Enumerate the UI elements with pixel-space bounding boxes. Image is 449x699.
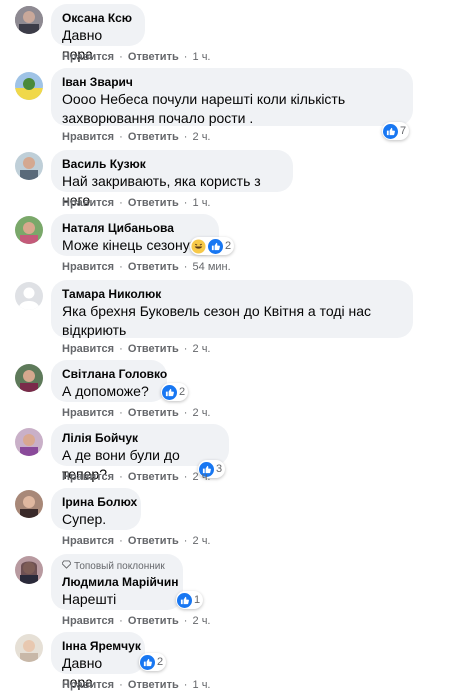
like-button[interactable]: Нравится: [62, 407, 114, 419]
reaction-count[interactable]: 2: [161, 383, 189, 401]
timestamp[interactable]: 2 ч.: [193, 615, 211, 627]
top-fan-badge[interactable]: Топовый поклонник: [61, 560, 172, 574]
comment-actions: Нравится · Ответить · 1 ч.: [62, 51, 211, 63]
reply-button[interactable]: Ответить: [128, 615, 179, 627]
comment-actions: Нравится · Ответить · 2 ч.: [62, 407, 211, 419]
comment-bubble: Топовый поклонник Людмила Марійчин Нареш…: [51, 554, 183, 610]
like-button[interactable]: Нравится: [62, 535, 114, 547]
reply-button[interactable]: Ответить: [128, 51, 179, 63]
timestamp[interactable]: 1 ч.: [193, 679, 211, 691]
haha-reaction-icon: [191, 238, 206, 254]
author-name[interactable]: Оксана Ксю: [62, 10, 134, 26]
comment-actions: Нравится · Ответить · 2 ч.: [62, 471, 211, 483]
reply-button[interactable]: Ответить: [128, 197, 179, 209]
comment-text: Яка брехня Буковель сезон до Квітня а то…: [62, 303, 372, 338]
avatar[interactable]: [15, 634, 43, 662]
comment-text: Може кінець сезону?: [62, 237, 198, 253]
timestamp[interactable]: 1 ч.: [193, 51, 211, 63]
comment-bubble: Ірина Болюх Супер.: [51, 488, 141, 530]
reaction-count[interactable]: 1: [176, 591, 204, 609]
like-reaction-icon: [208, 238, 223, 254]
like-reaction-icon: [162, 384, 177, 400]
like-button[interactable]: Нравится: [62, 261, 114, 273]
like-reaction-icon: [140, 654, 155, 670]
comment-bubble: Оксана Ксю Давно пора: [51, 4, 145, 62]
like-button[interactable]: Нравится: [62, 51, 114, 63]
comment-bubble: Світлана Головко А допоможе?: [51, 360, 167, 402]
avatar[interactable]: [15, 216, 43, 244]
author-name[interactable]: Інна Яремчук: [62, 638, 141, 654]
like-button[interactable]: Нравится: [62, 343, 114, 355]
comment-actions: Нравится · Ответить · 1 ч.: [62, 197, 211, 209]
avatar[interactable]: [15, 556, 43, 584]
comment-text: Супер.: [62, 511, 107, 527]
author-name[interactable]: Світлана Головко: [62, 366, 167, 382]
author-name[interactable]: Людмила Марійчин: [62, 574, 178, 590]
timestamp[interactable]: 2 ч.: [193, 131, 211, 143]
comment-actions: Нравится · Ответить · 2 ч.: [62, 615, 211, 627]
like-button[interactable]: Нравится: [62, 679, 114, 691]
avatar[interactable]: [15, 6, 43, 34]
comment-bubble: Тамара Николюк Яка брехня Буковель сезон…: [51, 280, 413, 338]
avatar[interactable]: [15, 490, 43, 518]
like-reaction-icon: [383, 123, 398, 139]
reply-button[interactable]: Ответить: [128, 261, 179, 273]
author-name[interactable]: Лілія Бойчук: [62, 430, 218, 446]
comment-actions: Нравится · Ответить · 54 мин.: [62, 261, 231, 273]
avatar[interactable]: [15, 428, 43, 456]
author-name[interactable]: Наталя Цибаньова: [62, 220, 208, 236]
timestamp[interactable]: 2 ч.: [193, 471, 211, 483]
avatar[interactable]: [15, 364, 43, 392]
timestamp[interactable]: 2 ч.: [193, 535, 211, 547]
comment-actions: Нравится · Ответить · 2 ч.: [62, 343, 211, 355]
like-reaction-icon: [177, 592, 192, 608]
author-name[interactable]: Тамара Николюк: [62, 286, 402, 302]
author-name[interactable]: Ірина Болюх: [62, 494, 137, 510]
avatar[interactable]: [15, 72, 43, 100]
timestamp[interactable]: 54 мин.: [193, 261, 231, 273]
reply-button[interactable]: Ответить: [128, 407, 179, 419]
diamond-icon: [61, 560, 72, 574]
reply-button[interactable]: Ответить: [128, 131, 179, 143]
comment-bubble: Іван Зварич Оооо Небеса почули нарешті к…: [51, 68, 413, 126]
reply-button[interactable]: Ответить: [128, 679, 179, 691]
like-button[interactable]: Нравится: [62, 197, 114, 209]
comment-actions: Нравится · Ответить · 1 ч.: [62, 679, 211, 691]
author-name[interactable]: Іван Зварич: [62, 74, 402, 90]
comment-actions: Нравится · Ответить · 2 ч.: [62, 131, 211, 143]
timestamp[interactable]: 2 ч.: [193, 343, 211, 355]
comment-text: Оооо Небеса почули нарешті коли кількіст…: [62, 91, 346, 126]
comment-text: А допоможе?: [62, 383, 149, 399]
reaction-count[interactable]: 2: [139, 653, 167, 671]
like-button[interactable]: Нравится: [62, 615, 114, 627]
comment-text: Нарешті: [62, 591, 117, 607]
reply-button[interactable]: Ответить: [128, 343, 179, 355]
reaction-count[interactable]: 7: [382, 122, 410, 140]
reaction-count[interactable]: 2: [190, 237, 235, 255]
author-name[interactable]: Василь Кузюк: [62, 156, 282, 172]
comment-bubble: Лілія Бойчук А де вони були до тепер?: [51, 424, 229, 482]
avatar[interactable]: [15, 282, 43, 310]
avatar[interactable]: [15, 152, 43, 180]
reply-button[interactable]: Ответить: [128, 535, 179, 547]
reply-button[interactable]: Ответить: [128, 471, 179, 483]
comment-bubble: Василь Кузюк Най закривають, яка користь…: [51, 150, 293, 208]
timestamp[interactable]: 1 ч.: [193, 197, 211, 209]
like-button[interactable]: Нравится: [62, 131, 114, 143]
timestamp[interactable]: 2 ч.: [193, 407, 211, 419]
like-button[interactable]: Нравится: [62, 471, 114, 483]
comment-bubble: Інна Яремчук Давно пора: [51, 632, 145, 690]
comment-actions: Нравится · Ответить · 2 ч.: [62, 535, 211, 547]
